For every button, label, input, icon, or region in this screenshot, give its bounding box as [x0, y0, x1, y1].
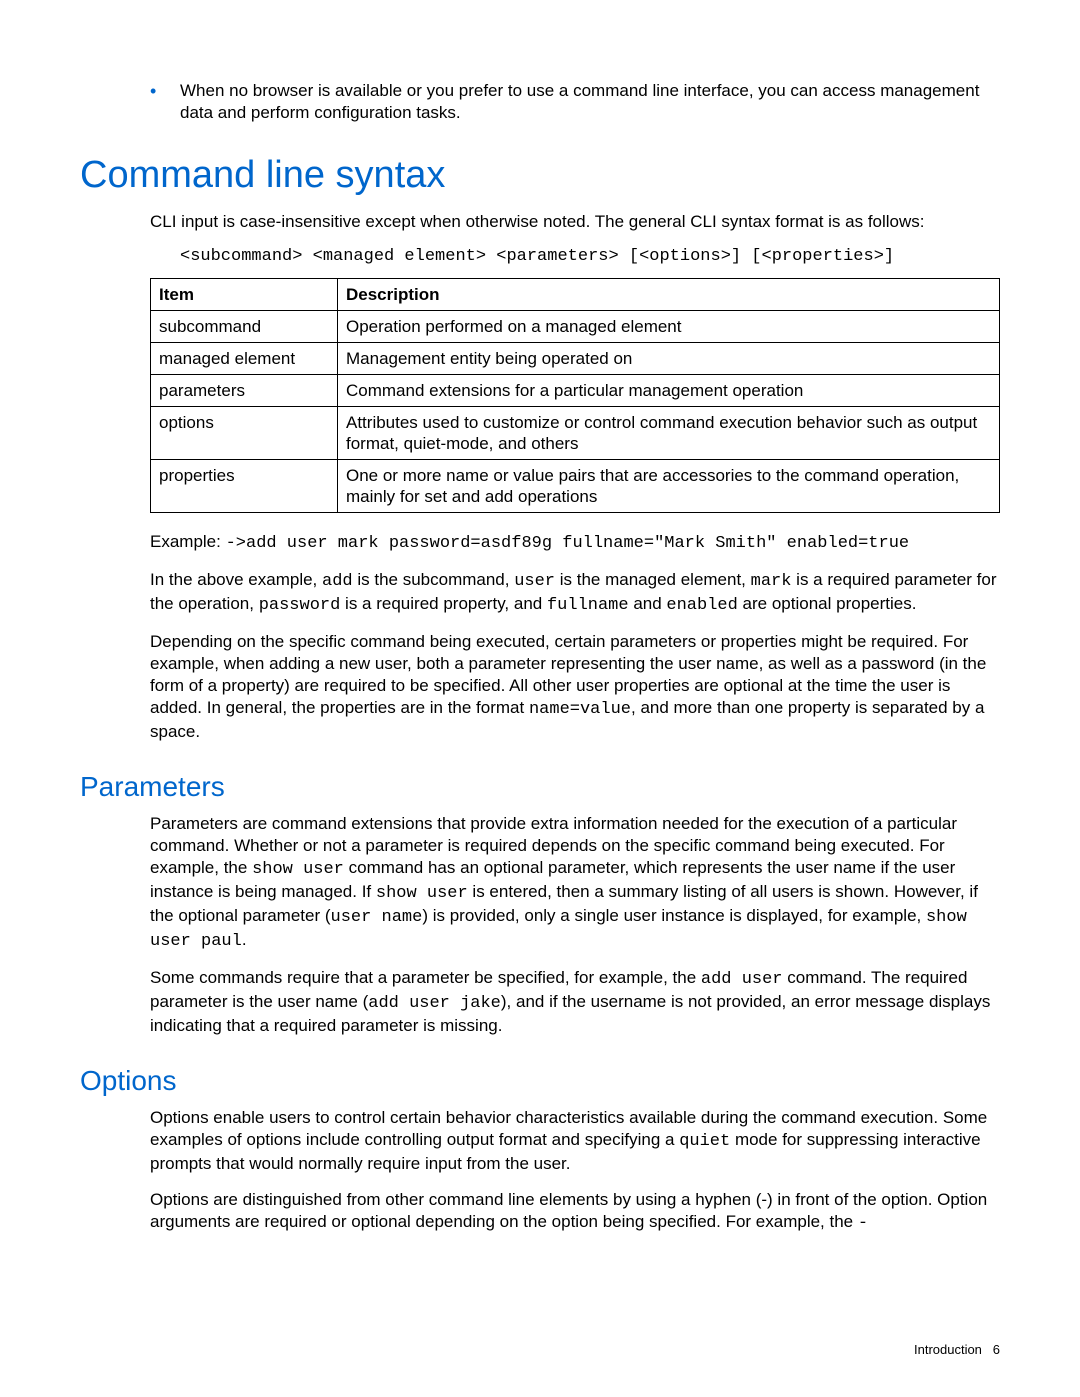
- cell-desc: Attributes used to customize or control …: [338, 407, 1000, 460]
- code: name=value: [529, 700, 631, 719]
- bullet-text: When no browser is available or you pref…: [180, 80, 1000, 124]
- example-explain: In the above example, add is the subcomm…: [150, 569, 1000, 617]
- cell-item: subcommand: [151, 311, 338, 343]
- options-p1: Options enable users to control certain …: [150, 1107, 1000, 1175]
- code: add user jake: [368, 994, 501, 1013]
- cell-item: managed element: [151, 343, 338, 375]
- text: In the above example,: [150, 570, 322, 589]
- options-p2: Options are distinguished from other com…: [150, 1189, 1000, 1235]
- cell-desc: Command extensions for a particular mana…: [338, 375, 1000, 407]
- code: show user: [252, 860, 344, 879]
- code: fullname: [547, 596, 629, 615]
- code: user name: [331, 908, 423, 927]
- table-row: managed element Management entity being …: [151, 343, 1000, 375]
- cell-desc: Management entity being operated on: [338, 343, 1000, 375]
- bullet-icon: •: [150, 80, 180, 124]
- code: enabled: [666, 596, 737, 615]
- code: quiet: [679, 1132, 730, 1151]
- example-label: Example:: [150, 532, 226, 551]
- cell-desc: Operation performed on a managed element: [338, 311, 1000, 343]
- footer-section: Introduction: [914, 1342, 982, 1357]
- code: password: [259, 596, 341, 615]
- table-row: options Attributes used to customize or …: [151, 407, 1000, 460]
- syntax-template: <subcommand> <managed element> <paramete…: [180, 247, 1000, 266]
- example-line: Example: ->add user mark password=asdf89…: [150, 531, 1000, 555]
- heading-command-line-syntax: Command line syntax: [80, 154, 1000, 197]
- table-header-row: Item Description: [151, 279, 1000, 311]
- syntax-code: <subcommand> <managed element> <paramete…: [180, 247, 894, 266]
- code: add user: [701, 970, 783, 989]
- text: Some commands require that a parameter b…: [150, 968, 701, 987]
- code: add: [322, 572, 353, 591]
- footer-page-number: 6: [993, 1342, 1000, 1357]
- text: .: [242, 930, 247, 949]
- cell-item: properties: [151, 460, 338, 513]
- parameters-p1: Parameters are command extensions that p…: [150, 813, 1000, 953]
- cell-desc: One or more name or value pairs that are…: [338, 460, 1000, 513]
- intro-paragraph: CLI input is case-insensitive except whe…: [150, 211, 1000, 233]
- code: user: [514, 572, 555, 591]
- cell-item: options: [151, 407, 338, 460]
- heading-options: Options: [80, 1065, 1000, 1097]
- bullet-item: • When no browser is available or you pr…: [150, 80, 1000, 124]
- section-body: CLI input is case-insensitive except whe…: [150, 211, 1000, 743]
- code: mark: [751, 572, 792, 591]
- th-item: Item: [151, 279, 338, 311]
- example-code: ->add user mark password=asdf89g fullnam…: [226, 534, 910, 553]
- cell-item: parameters: [151, 375, 338, 407]
- text: are optional properties.: [738, 594, 917, 613]
- code: -: [858, 1214, 868, 1233]
- page: • When no browser is available or you pr…: [0, 0, 1080, 1397]
- text: is the managed element,: [555, 570, 751, 589]
- text: and: [629, 594, 667, 613]
- options-body: Options enable users to control certain …: [150, 1107, 1000, 1235]
- text: is the subcommand,: [353, 570, 515, 589]
- heading-parameters: Parameters: [80, 771, 1000, 803]
- page-footer: Introduction 6: [914, 1342, 1000, 1357]
- th-description: Description: [338, 279, 1000, 311]
- code: show user: [376, 884, 468, 903]
- parameters-p2: Some commands require that a parameter b…: [150, 967, 1000, 1037]
- text: is a required property, and: [340, 594, 547, 613]
- table-row: properties One or more name or value pai…: [151, 460, 1000, 513]
- table-row: subcommand Operation performed on a mana…: [151, 311, 1000, 343]
- text: ) is provided, only a single user instan…: [422, 906, 926, 925]
- syntax-table: Item Description subcommand Operation pe…: [150, 278, 1000, 513]
- table-row: parameters Command extensions for a part…: [151, 375, 1000, 407]
- parameters-body: Parameters are command extensions that p…: [150, 813, 1000, 1037]
- depending-paragraph: Depending on the specific command being …: [150, 631, 1000, 743]
